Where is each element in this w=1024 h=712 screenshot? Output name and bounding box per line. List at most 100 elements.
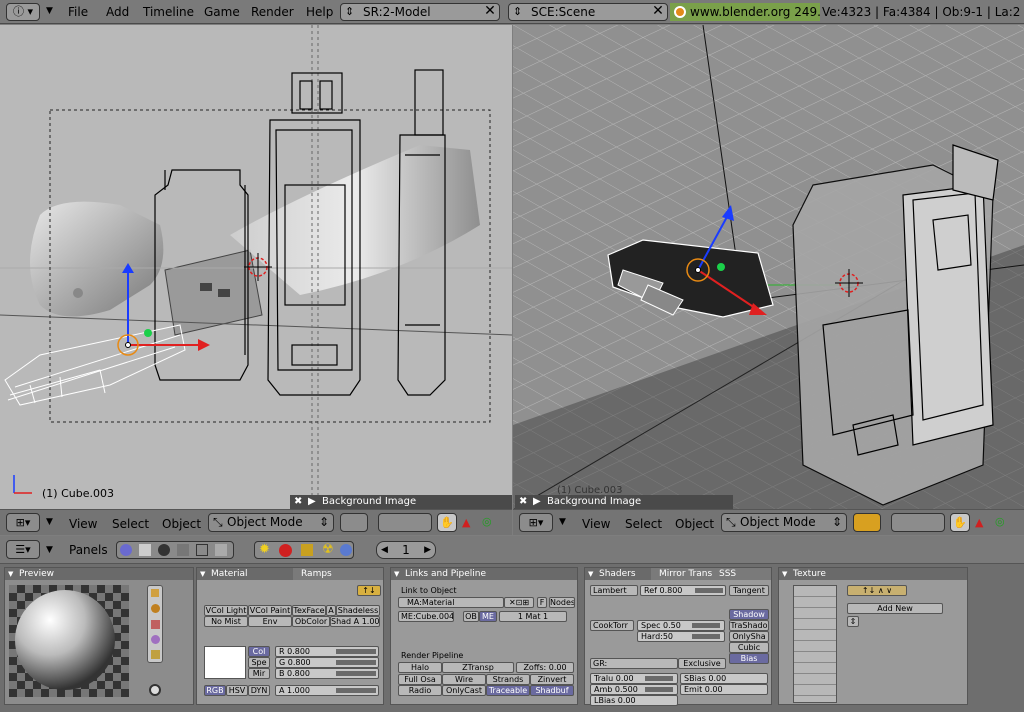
logic-tab-icon[interactable]	[120, 544, 132, 556]
bias-button[interactable]: Bias	[729, 653, 769, 664]
ob-link-button[interactable]: OB	[463, 611, 479, 622]
zinvert-button[interactable]: Zinvert	[530, 674, 574, 685]
texture-title[interactable]: Texture	[779, 568, 967, 580]
mode-selector-right[interactable]: ⤡ Object Mode ⇕	[721, 513, 847, 532]
menu-object-right[interactable]: Object	[675, 515, 714, 533]
scene-selector[interactable]: ⇕ SCE:Scene ✕	[508, 3, 668, 21]
material-index-field[interactable]: 1 Mat 1	[499, 611, 567, 622]
grab-hand-icon-right[interactable]: ✋	[950, 513, 970, 532]
buttons-collapse-icon[interactable]: ▼	[46, 545, 53, 555]
trashado-button[interactable]: TraShado	[729, 620, 769, 631]
ramps-tab[interactable]: Ramps	[293, 568, 383, 580]
red-slider[interactable]: R 0.800	[275, 646, 379, 657]
rotate-manip-icon[interactable]: ▲	[462, 516, 470, 529]
hsv-button[interactable]: HSV	[226, 685, 248, 696]
screen-selector[interactable]: ⇕ SR:2-Model ✕	[340, 3, 500, 21]
nodes-button[interactable]: Nodes	[549, 597, 575, 608]
scale-manip-icon-right[interactable]: ◎	[995, 515, 1005, 528]
material-tab[interactable]: Material	[197, 568, 293, 580]
no-mist-button[interactable]: No Mist	[204, 616, 248, 627]
spec-slider[interactable]: Spec 0.50	[637, 620, 725, 631]
buttons-editor-type-icon[interactable]: ☰▾	[6, 540, 40, 559]
wire-button[interactable]: Wire	[442, 674, 486, 685]
specular-shader-select[interactable]: CookTorr	[590, 620, 634, 631]
col-button[interactable]: Col	[248, 646, 270, 657]
frame-prev-icon[interactable]: ◀	[381, 542, 388, 558]
emit-slider[interactable]: Emit 0.00	[680, 684, 768, 695]
texture-nav-buttons[interactable]: ↑↓ ∧ ∨	[847, 585, 907, 596]
material-subtab-icon[interactable]	[279, 544, 292, 557]
expand-panel-icon[interactable]: ▶	[308, 495, 316, 509]
mir-button[interactable]: Mir	[248, 668, 270, 679]
material-tools[interactable]: ✕⊡⊞	[504, 597, 534, 608]
dyn-button[interactable]: DYN	[248, 685, 270, 696]
traceable-button[interactable]: Traceable	[486, 685, 530, 696]
close-scene-icon[interactable]: ✕	[651, 4, 665, 19]
green-slider[interactable]: G 0.800	[275, 657, 379, 668]
group-field[interactable]: GR:	[590, 658, 678, 669]
expand-panel-icon-right[interactable]: ▶	[533, 495, 541, 509]
collapse-header-icon[interactable]: ▼	[46, 517, 53, 527]
hard-slider[interactable]: Hard:50	[637, 631, 725, 642]
menu-select-right[interactable]: Select	[625, 515, 662, 533]
close-panel-icon-right[interactable]: ✖	[519, 495, 527, 509]
onlycast-button[interactable]: OnlyCast	[442, 685, 486, 696]
zoffs-field[interactable]: Zoffs: 0.00	[516, 662, 574, 673]
collapse-header-icon-right[interactable]: ▼	[559, 517, 566, 527]
pivot-icon[interactable]	[378, 513, 432, 532]
menu-timeline[interactable]: Timeline	[143, 5, 194, 19]
add-new-texture-button[interactable]: Add New	[847, 603, 943, 614]
preview-cube-icon[interactable]	[151, 620, 160, 629]
sbias-slider[interactable]: SBias 0.00	[680, 673, 768, 684]
shadbuf-button[interactable]: Shadbuf	[530, 685, 574, 696]
texface-button[interactable]: TexFace	[292, 605, 326, 616]
scale-manip-icon[interactable]: ◎	[482, 515, 492, 528]
bg-image-panel-header-right[interactable]: ✖ ▶ Background Image	[515, 495, 733, 509]
onlysha-button[interactable]: OnlySha	[729, 631, 769, 642]
material-name-field[interactable]: MA:Material	[398, 597, 504, 608]
grab-hand-icon[interactable]: ✋	[437, 513, 457, 532]
pivot-icon-right[interactable]	[891, 513, 945, 532]
preview-hair-icon[interactable]	[151, 650, 160, 659]
menu-view-right[interactable]: View	[582, 515, 610, 533]
preview-world-icon[interactable]	[149, 684, 161, 696]
close-panel-icon[interactable]: ✖	[294, 495, 302, 509]
bg-image-panel-header[interactable]: ✖ ▶ Background Image	[290, 495, 512, 509]
frame-counter[interactable]: ◀ 1 ▶	[376, 541, 436, 559]
menu-help[interactable]: Help	[306, 5, 333, 19]
ref-slider[interactable]: Ref 0.800	[640, 585, 726, 596]
texture-subtab-icon[interactable]	[301, 544, 313, 556]
panels-menu[interactable]: Panels	[69, 543, 108, 557]
rotate-manip-icon-right[interactable]: ▲	[975, 516, 983, 529]
tangent-button[interactable]: Tangent	[729, 585, 769, 596]
rgb-button[interactable]: RGB	[204, 685, 226, 696]
menu-object[interactable]: Object	[162, 515, 201, 533]
menu-add[interactable]: Add	[106, 5, 129, 19]
color-swatch[interactable]	[204, 646, 246, 679]
halo-button[interactable]: Halo	[398, 662, 442, 673]
alpha-slider[interactable]: A 1.000	[275, 685, 379, 696]
me-link-button[interactable]: ME	[479, 611, 497, 622]
amb-slider[interactable]: Amb 0.500	[590, 684, 678, 695]
env-button[interactable]: Env	[248, 616, 292, 627]
front-viewport[interactable]: (1) Cube.003 ✖ ▶ Background Image	[0, 25, 512, 510]
frame-next-icon[interactable]: ▶	[424, 542, 431, 558]
shad-alpha-field[interactable]: Shad A 1.00	[330, 616, 380, 627]
fake-user-button[interactable]: F	[537, 597, 547, 608]
alpha-button[interactable]: A	[326, 605, 336, 616]
spe-button[interactable]: Spe	[248, 657, 270, 668]
preview-sphere-icon[interactable]	[151, 604, 160, 613]
scene-tab-icon[interactable]	[215, 544, 227, 556]
cubic-button[interactable]: Cubic	[729, 642, 769, 653]
panel-nav-button[interactable]: ↑↓	[357, 585, 381, 596]
window-type-icon[interactable]: ⓘ ▾	[6, 3, 40, 21]
vcol-light-button[interactable]: VCol Light	[204, 605, 248, 616]
draw-type-icon[interactable]	[340, 513, 368, 532]
diffuse-shader-select[interactable]: Lambert	[590, 585, 638, 596]
radio-button[interactable]: Radio	[398, 685, 442, 696]
mirror-trans-tab[interactable]: Mirror Trans	[651, 568, 713, 580]
screen-arrows-icon[interactable]: ⇕	[345, 4, 354, 20]
shadow-button[interactable]: Shadow	[729, 609, 769, 620]
scene-arrows-icon[interactable]: ⇕	[513, 4, 522, 20]
sss-tab[interactable]: SSS	[713, 568, 771, 580]
